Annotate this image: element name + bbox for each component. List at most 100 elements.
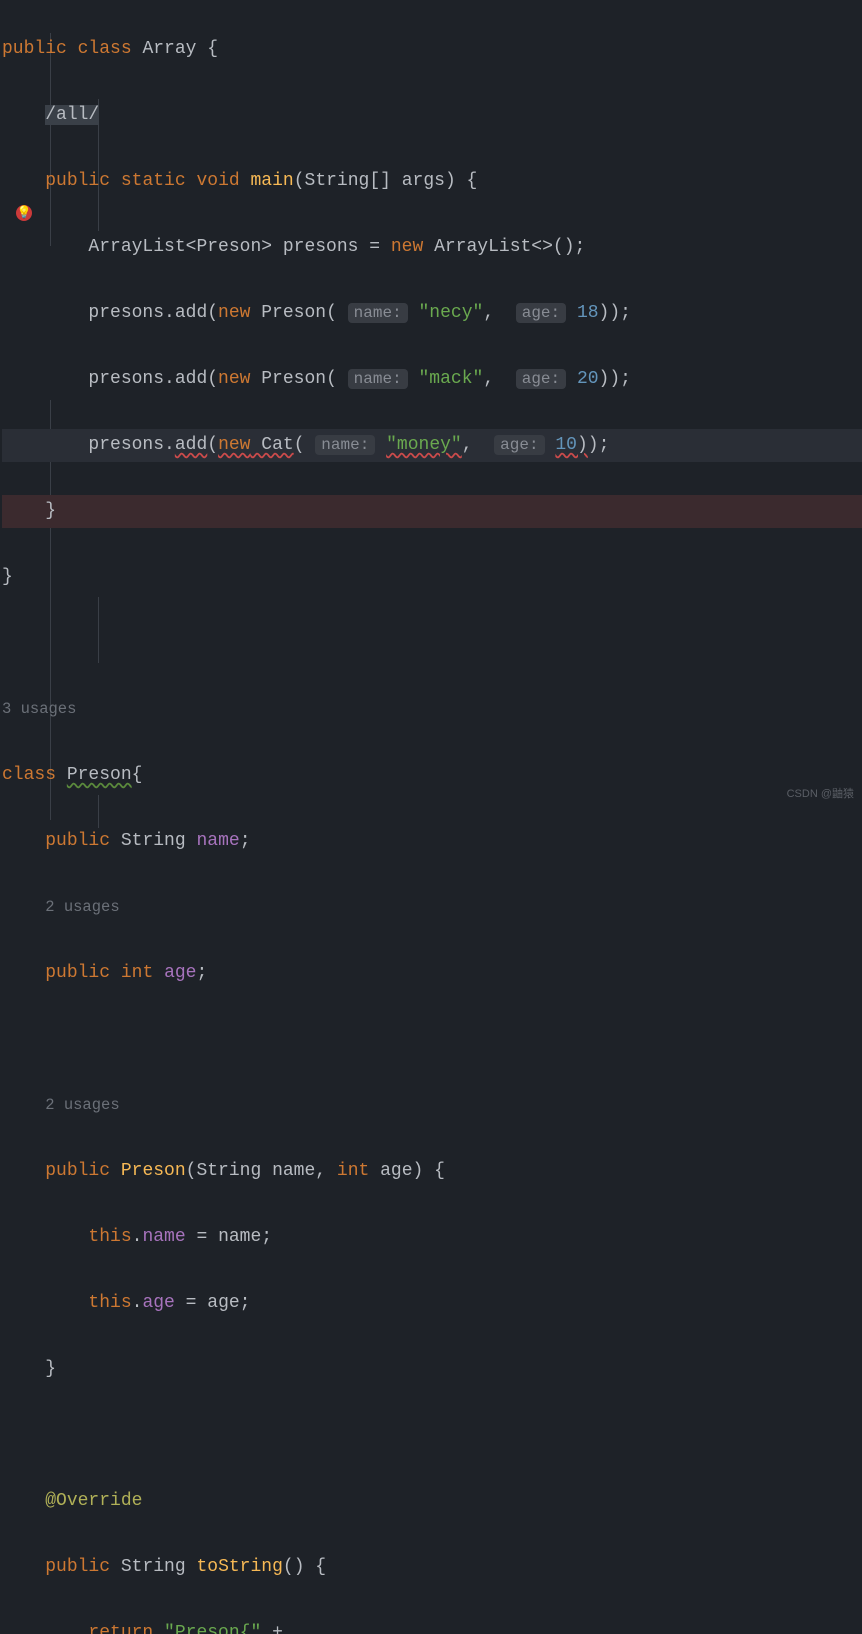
usage-count: 3 usages [2, 693, 76, 726]
param-hint: name: [348, 303, 408, 323]
field: name [142, 1227, 185, 1247]
code-line[interactable]: } [2, 1353, 862, 1386]
usage-hint[interactable]: 2 usages [2, 891, 862, 924]
text: ; [599, 435, 610, 455]
code-line[interactable]: public class Array { [2, 33, 862, 66]
error-text: add [175, 435, 207, 455]
brace: } [45, 501, 56, 521]
watermark: CSDN @鼬猿 [787, 778, 854, 811]
param-hint: age: [516, 369, 566, 389]
selection: /all/ [45, 105, 99, 125]
blank-line[interactable] [2, 1023, 862, 1056]
string: "money" [386, 435, 462, 455]
keyword: int [121, 963, 153, 983]
keyword: this [88, 1227, 131, 1247]
keyword: new [218, 435, 250, 455]
keyword: public [45, 1557, 110, 1577]
number: 10 [555, 435, 577, 455]
text: , [483, 303, 515, 323]
text: = age; [175, 1293, 251, 1313]
text: = name; [186, 1227, 272, 1247]
brace: { [207, 39, 218, 59]
blank-line[interactable] [2, 1419, 862, 1452]
text: ) [588, 435, 599, 455]
keyword: class [78, 39, 132, 59]
brace: } [45, 1359, 56, 1379]
blank-line[interactable] [2, 627, 862, 660]
keyword: int [337, 1161, 369, 1181]
brace: { [132, 765, 143, 785]
error-bulb-icon[interactable]: 💡 [16, 205, 32, 221]
code-line[interactable]: presons.add(new Preson( name: "necy", ag… [2, 297, 862, 330]
code-editor[interactable]: public class Array { /all/ public static… [0, 0, 862, 1634]
code-line[interactable]: class Preson{ [2, 759, 862, 792]
keyword: public [2, 39, 67, 59]
usage-count: 2 usages [45, 1089, 119, 1122]
string: "necy" [419, 303, 484, 323]
code-line[interactable]: public static void main(String[] args) { [2, 165, 862, 198]
indent-guide [50, 400, 51, 820]
field: name [196, 831, 239, 851]
keyword: new [391, 237, 423, 257]
keyword: public [45, 1161, 110, 1181]
code-line[interactable]: public int age; [2, 957, 862, 990]
keyword: class [2, 765, 56, 785]
code-line[interactable]: ArrayList<Preson> presons = new ArrayLis… [2, 231, 862, 264]
text: ( [207, 435, 218, 455]
brace: } [2, 567, 13, 587]
params: () { [283, 1557, 326, 1577]
code-line[interactable]: this.age = age; [2, 1287, 862, 1320]
text: , [462, 435, 494, 455]
keyword: return [88, 1623, 153, 1634]
field: age [142, 1293, 174, 1313]
params: (String[] args) { [294, 171, 478, 191]
string: "Preson{" [164, 1623, 261, 1634]
number: 20 [577, 369, 599, 389]
code-line[interactable]: /all/ [2, 99, 862, 132]
text: Preson( [250, 369, 347, 389]
param-hint: age: [516, 303, 566, 323]
code-line-error[interactable]: presons.add(new Cat( name: "money", age:… [2, 429, 862, 462]
code-line[interactable]: return "Preson{" + [2, 1617, 862, 1634]
code-line[interactable]: presons.add(new Preson( name: "mack", ag… [2, 363, 862, 396]
type: String [121, 1557, 186, 1577]
class-name: Array [142, 39, 196, 59]
code-line[interactable]: } [2, 561, 862, 594]
usage-hint[interactable]: 2 usages [2, 1089, 862, 1122]
annotation: @Override [45, 1491, 142, 1511]
keyword: new [218, 303, 250, 323]
text: )); [599, 369, 631, 389]
type: String [121, 831, 186, 851]
code-line[interactable]: } [2, 495, 862, 528]
params: (String name, [186, 1161, 337, 1181]
code-line[interactable]: public Preson(String name, int age) { [2, 1155, 862, 1188]
code-line[interactable]: this.name = name; [2, 1221, 862, 1254]
indent-guide [98, 795, 99, 828]
error-text: Cat [250, 435, 293, 455]
text: , [483, 369, 515, 389]
text: age) { [369, 1161, 445, 1181]
class-name: Preson [67, 765, 132, 785]
text: ( [294, 435, 316, 455]
method-name: toString [196, 1557, 282, 1577]
code-line[interactable]: public String name; [2, 825, 862, 858]
code-line[interactable]: @Override [2, 1485, 862, 1518]
code-line[interactable]: public String toString() { [2, 1551, 862, 1584]
string: "mack" [419, 369, 484, 389]
keyword: public [45, 171, 110, 191]
text: ArrayList<>(); [423, 237, 585, 257]
param-hint: name: [315, 435, 375, 455]
bulb-glyph: 💡 [17, 207, 32, 219]
param-hint: name: [348, 369, 408, 389]
keyword: static [121, 171, 186, 191]
text: ; [196, 963, 207, 983]
text: presons. [88, 435, 174, 455]
method-name: main [251, 171, 294, 191]
text: ) [577, 435, 588, 455]
number: 18 [577, 303, 599, 323]
constructor-name: Preson [121, 1161, 186, 1181]
text: ; [240, 831, 251, 851]
text: presons.add( [88, 369, 218, 389]
keyword: new [218, 369, 250, 389]
usage-hint[interactable]: 3 usages [2, 693, 862, 726]
